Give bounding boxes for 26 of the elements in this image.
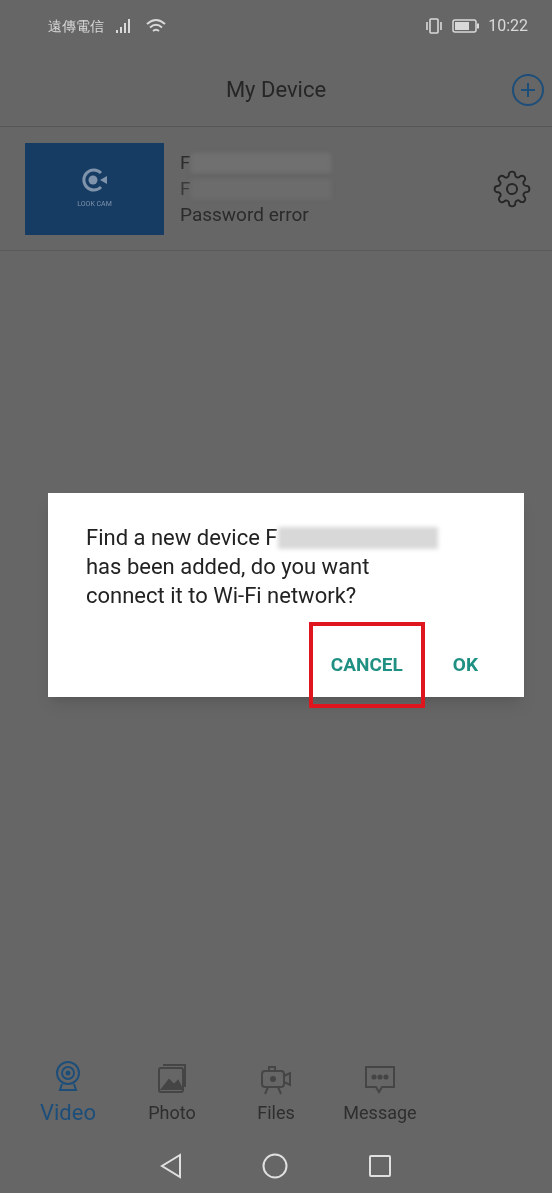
- wifi-icon: [146, 17, 166, 35]
- home-button[interactable]: [262, 1152, 288, 1179]
- dialog-message: has been added, do you want connect it to Wi-Fi network?: [86, 553, 371, 610]
- home-icon: [262, 1152, 288, 1179]
- carrier-name: 遠傳電信: [48, 16, 104, 36]
- recents-icon: [368, 1153, 392, 1178]
- vibrate-icon: [424, 18, 445, 34]
- clock-time: 10:22: [488, 15, 528, 37]
- dialog-message-start: Find a new device F: [86, 524, 278, 552]
- settings-button[interactable]: [492, 168, 532, 209]
- battery-icon: [452, 19, 481, 33]
- tab-item[interactable]: Files: [224, 1060, 328, 1126]
- screen-title: My Device: [225, 75, 327, 104]
- plus-icon: [520, 82, 536, 98]
- tab-item[interactable]: Message: [328, 1060, 432, 1126]
- recents-button[interactable]: [368, 1153, 392, 1178]
- device-name: F: [180, 149, 191, 176]
- tab-item[interactable]: Photo: [120, 1060, 224, 1126]
- camera-logo-icon: [79, 167, 110, 194]
- back-button[interactable]: [160, 1152, 182, 1179]
- back-icon: [160, 1152, 182, 1179]
- dialog-button[interactable]: CANCEL: [308, 622, 425, 708]
- settings-icon: [493, 169, 531, 208]
- tab-item[interactable]: Video: [16, 1057, 120, 1129]
- dialog-button[interactable]: OK: [430, 622, 500, 708]
- device-status: Password error: [180, 201, 310, 228]
